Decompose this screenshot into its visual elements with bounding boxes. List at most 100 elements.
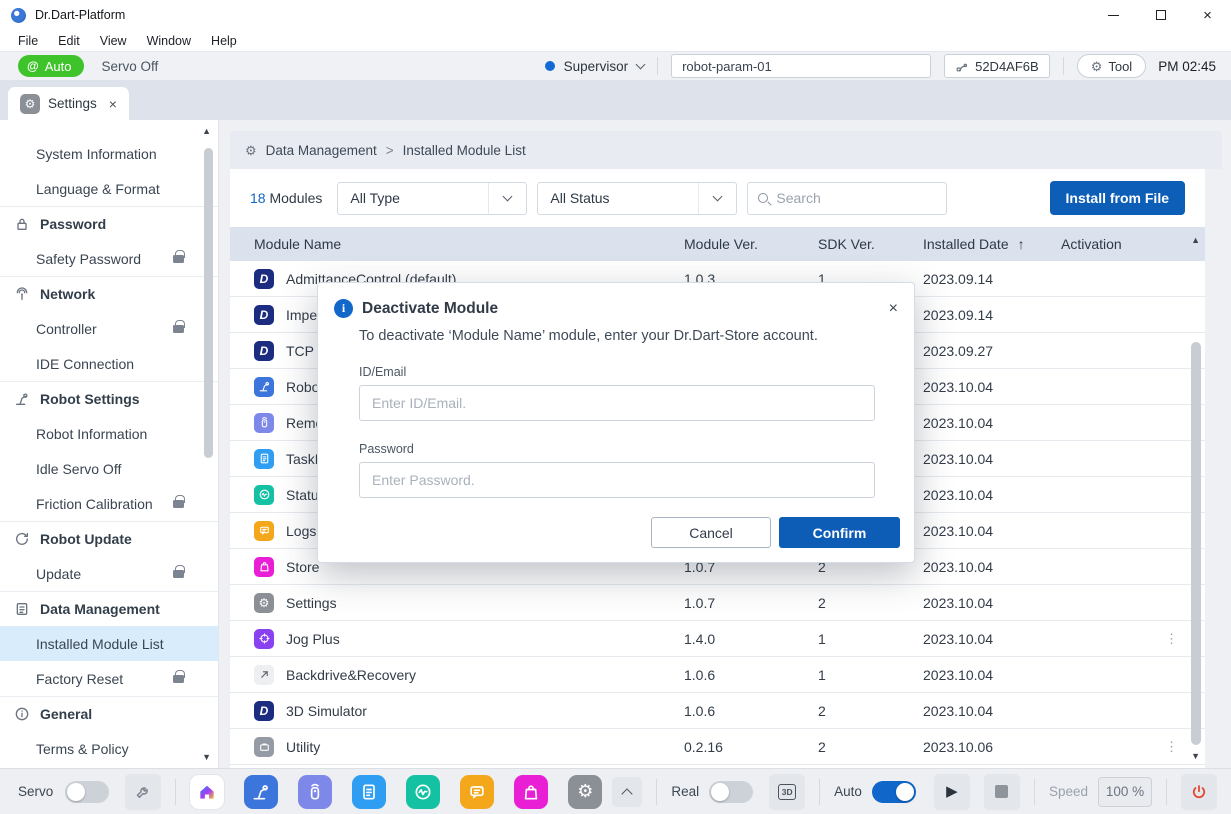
dialog-close-icon[interactable]: × [889,301,898,317]
device-id-badge[interactable]: 52D4AF6B [944,54,1050,78]
app-robot-arm[interactable] [244,775,278,809]
sidebar-item-robot-information[interactable]: Robot Information [0,416,218,451]
speed-value[interactable]: 100 % [1098,777,1152,807]
sidebar-item-installed-module-list[interactable]: Installed Module List [0,626,218,661]
column-module-name[interactable]: Module Name [246,236,684,252]
table-scrollbar[interactable] [1191,342,1201,745]
table-scroll-down-icon[interactable]: ▼ [1191,751,1200,761]
maximize-button[interactable] [1137,0,1184,30]
auto-toggle[interactable] [872,781,916,803]
app-status-monitor[interactable] [406,775,440,809]
play-button[interactable]: ▶ [934,774,970,810]
menu-file[interactable]: File [8,34,48,48]
dialog-message: To deactivate ‘Module Name’ module, ente… [318,318,914,344]
sidebar-item-safety-password[interactable]: Safety Password [0,241,218,276]
row-more-button[interactable]: ⋮ [1165,631,1178,646]
sidebar-item-label: IDE Connection [36,356,134,372]
sidebar-item-language-format[interactable]: Language & Format [0,171,218,206]
sidebar-item-ide-connection[interactable]: IDE Connection [0,346,218,381]
app-settings-gear[interactable]: ⚙ [568,775,602,809]
app-logs-chat[interactable] [460,775,494,809]
search-input[interactable] [776,190,936,206]
minimize-button[interactable] [1090,0,1137,30]
module-name: Robo [286,379,319,395]
power-icon [1190,783,1208,801]
chevron-up-icon [622,788,633,799]
dock-collapse-button[interactable] [612,777,642,807]
jog-wrench-button[interactable] [125,774,161,810]
sidebar-item-robot-settings[interactable]: Robot Settings [0,381,218,416]
sidebar-item-update[interactable]: Update [0,556,218,591]
role-selector[interactable]: Supervisor [545,59,645,74]
sidebar-item-data-management[interactable]: Data Management [0,591,218,626]
sidebar-item-label: Password [40,216,106,232]
dart-icon: D [254,269,274,289]
servo-toggle[interactable] [65,781,109,803]
table-scroll-up-icon[interactable]: ▲ [1191,235,1200,245]
simulator-3d-button[interactable]: 3D [769,774,805,810]
search-box[interactable] [747,182,947,215]
sidebar-scroll-down-icon[interactable]: ▼ [202,752,211,762]
column-installed-date[interactable]: Installed Date ↑ [923,236,1061,252]
sidebar-item-robot-update[interactable]: Robot Update [0,521,218,556]
stop-button[interactable] [984,774,1020,810]
sidebar-item-idle-servo-off[interactable]: Idle Servo Off [0,451,218,486]
tab-settings[interactable]: ⚙ Settings × [8,87,129,120]
window-controls: × [1090,0,1231,30]
sidebar-item-label: Safety Password [36,251,141,267]
row-more-button[interactable]: ⋮ [1165,739,1178,754]
install-from-file-button[interactable]: Install from File [1050,181,1185,215]
password-field[interactable] [359,462,875,498]
lock-icon [173,675,184,683]
sidebar-item-terms-policy[interactable]: Terms & Policy [0,731,218,766]
sidebar-item-system-information[interactable]: System Information [0,136,218,171]
sidebar-item-network[interactable]: Network [0,276,218,311]
tool-button[interactable]: ⚙ Tool [1077,54,1147,78]
module-date: 2023.10.04 [923,523,1061,539]
app-task-doc[interactable] [352,775,386,809]
type-filter-dropdown[interactable]: All Type [337,182,527,215]
column-module-ver[interactable]: Module Ver. [684,236,818,252]
robot-param-input[interactable] [671,54,931,78]
close-button[interactable]: × [1184,0,1231,30]
column-activation[interactable]: Activation [1061,236,1161,252]
status-filter-dropdown[interactable]: All Status [537,182,737,215]
menu-edit[interactable]: Edit [48,34,90,48]
menu-view[interactable]: View [90,34,137,48]
sort-ascending-icon: ↑ [1018,236,1025,252]
sidebar-item-label: Robot Update [40,531,132,547]
cancel-button[interactable]: Cancel [651,517,771,548]
breadcrumb-root[interactable]: Data Management [266,143,377,158]
mode-badge[interactable]: @ Auto [18,55,84,77]
sidebar-scroll-up-icon[interactable]: ▲ [202,126,211,136]
table-row[interactable]: Utility0.2.1622023.10.06⋮ [230,729,1205,765]
sidebar-item-controller[interactable]: Controller [0,311,218,346]
sidebar-item-friction-calibration[interactable]: Friction Calibration [0,486,218,521]
settings-sidebar: System InformationLanguage & Format Passw… [0,120,219,768]
chevron-down-icon [713,192,723,202]
table-row[interactable]: ⚙Settings1.0.722023.10.04 [230,585,1205,621]
sidebar-item-password[interactable]: Password [0,206,218,241]
column-sdk-ver[interactable]: SDK Ver. [818,236,923,252]
module-ver: 0.2.16 [684,739,818,755]
sidebar-item-general[interactable]: General [0,696,218,731]
tab-close-icon[interactable]: × [109,96,117,112]
real-toggle[interactable] [709,781,753,803]
table-row[interactable]: Backdrive&Recovery1.0.612023.10.04 [230,657,1205,693]
deactivate-module-dialog: i Deactivate Module × To deactivate ‘Mod… [317,282,915,563]
app-store-bag[interactable] [514,775,548,809]
power-button[interactable] [1181,774,1217,810]
id-email-field[interactable] [359,385,875,421]
table-row[interactable]: Jog Plus1.4.012023.10.04⋮ [230,621,1205,657]
confirm-button[interactable]: Confirm [779,517,900,548]
app-home[interactable] [190,775,224,809]
sidebar-item-factory-reset[interactable]: Factory Reset [0,661,218,696]
utility-case-icon [254,737,274,757]
menu-help[interactable]: Help [201,34,247,48]
app-remote[interactable] [298,775,332,809]
wrench-icon [134,783,152,801]
menu-window[interactable]: Window [137,34,201,48]
sidebar-scrollbar[interactable] [204,148,213,458]
3d-icon: 3D [778,784,796,800]
table-row[interactable]: D3D Simulator1.0.622023.10.04 [230,693,1205,729]
